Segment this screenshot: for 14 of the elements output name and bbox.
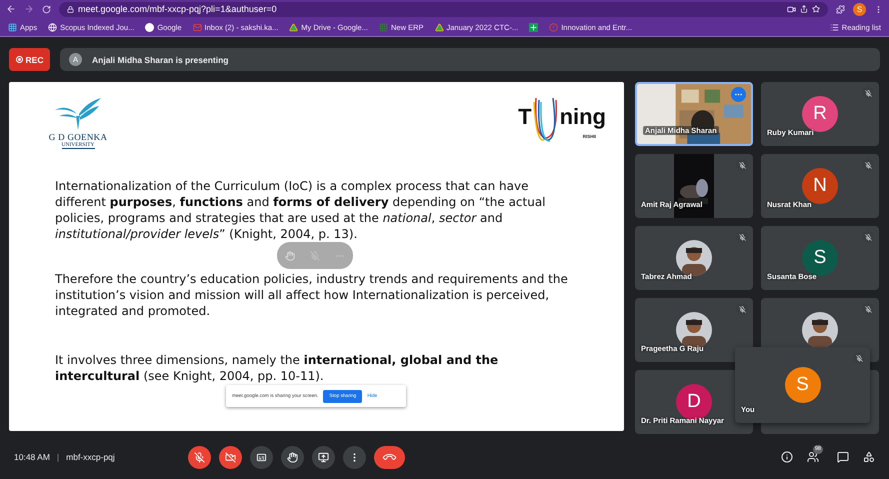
slide-paragraph: It involves three dimensions, namely the international, global and the intercultural (see Knight, 2004, pp. 10-11). [55,352,500,384]
separator: | [56,452,60,462]
recording-indicator: REC [9,48,50,71]
logo-letter: T [518,104,532,130]
participant-avatar: N [802,168,838,204]
slide-paragraph: Therefore the country’s education policies, industry trends and requirements and the institution’s vision and mission will all affect how Internationalization is perceived, integrated and promoted. [55,271,569,319]
meeting-code: mbf-xxcp-pqj [66,452,115,462]
clock-text: 10:48 AM [14,452,50,462]
presenter-text: Anjali Midha Sharan is presenting [92,54,228,64]
logo-text: ning [560,104,606,130]
university-name: G D GOENKA [48,132,108,142]
slide-paragraph: Internationalization of the Curriculum (IoC) is a complex process that can have different purposes, functions and forms of delivery depending on “the actual policies, programs and strategies that are used at the national, sector and institutional/provider levels” (Knight, 2004, p. 13). [55,178,547,242]
participant-avatar: S [784,367,820,403]
url-text: meet.google.com/mbf-xxcp-pqj?pli=1&authuser=0 [78,4,277,14]
